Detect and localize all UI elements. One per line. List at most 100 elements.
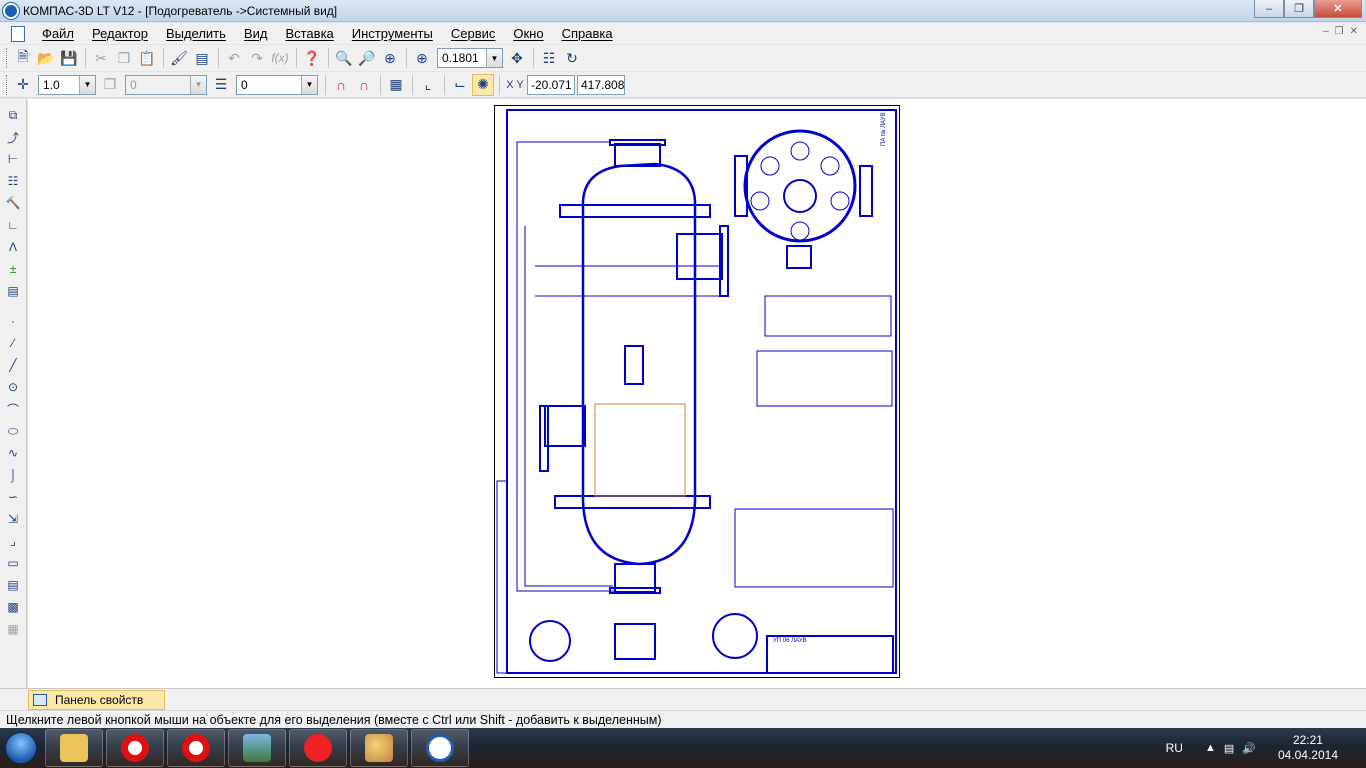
select-icon[interactable]: ⧉ (3, 105, 23, 125)
taskbar-yandex[interactable] (289, 729, 347, 767)
network-icon[interactable]: ▤ (1224, 742, 1234, 755)
menu-insert[interactable]: Вставка (276, 26, 342, 41)
minimize-button[interactable]: – (1254, 0, 1284, 18)
manager-icon[interactable]: ☷ (538, 47, 560, 69)
menu-view[interactable]: Вид (235, 26, 277, 41)
maximize-button[interactable]: ❐ (1284, 0, 1314, 18)
view-combo[interactable]: 0 ▼ (125, 74, 207, 95)
zoom-window-icon[interactable]: 🔍 (333, 47, 355, 69)
chevron-down-icon[interactable]: ▼ (301, 75, 317, 94)
menu-select[interactable]: Выделить (157, 26, 235, 41)
paste-icon[interactable]: 📋 (136, 47, 158, 69)
language-indicator[interactable]: RU (1166, 741, 1183, 755)
step-combo[interactable]: 1.0 ▼ (38, 74, 96, 95)
fillet-icon[interactable]: ⌟ (3, 531, 23, 551)
zoom-combo[interactable]: 0.1801 ▼ (437, 48, 503, 68)
new-document-icon[interactable]: 🗎 (12, 47, 34, 69)
arc-icon[interactable]: ⌒ (3, 399, 23, 419)
function-icon[interactable]: f(x) (269, 47, 291, 69)
rectangle-icon[interactable]: ▭ (3, 553, 23, 573)
symbols-icon[interactable]: ☷ (3, 171, 23, 191)
ortho-icon[interactable]: ⌙ (449, 74, 471, 96)
round-snap-icon[interactable]: ✺ (472, 73, 494, 96)
properties-panel-tab[interactable]: Панель свойств (28, 690, 165, 710)
format-painter-icon[interactable]: 🖌 (168, 47, 190, 69)
start-button[interactable] (0, 728, 42, 768)
magnet-local-icon[interactable]: ∩ (353, 74, 375, 96)
chevron-down-icon[interactable]: ▼ (190, 75, 206, 94)
taskbar-photo-viewer[interactable] (228, 729, 286, 767)
kompas-app-icon[interactable] (3, 2, 19, 19)
cut-icon[interactable]: ✂ (90, 47, 112, 69)
volume-icon[interactable]: 🔊 (1242, 742, 1256, 755)
parametrization-icon[interactable]: ∟ (3, 215, 23, 235)
spline-icon[interactable]: ∿ (3, 443, 23, 463)
mdi-restore-icon[interactable]: ❐ (1335, 26, 1344, 37)
select-special-icon[interactable]: ± (3, 259, 23, 279)
hatch-icon[interactable]: ▤ (3, 575, 23, 595)
view-icon[interactable]: ❐ (99, 74, 121, 96)
spec-icon[interactable]: ▤ (3, 281, 23, 301)
bezier-icon[interactable]: ∽ (3, 487, 23, 507)
ellipse-icon[interactable]: ⬭ (3, 421, 23, 441)
layer-combo[interactable]: 0 ▼ (236, 74, 318, 95)
open-file-icon[interactable]: 📂 (35, 47, 57, 69)
toolbar-grip[interactable] (6, 48, 9, 68)
undo-icon[interactable]: ↶ (223, 47, 245, 69)
taskbar-paint[interactable] (350, 729, 408, 767)
zoom-fit-icon[interactable]: ⊕ (379, 47, 401, 69)
dimensions-icon[interactable]: ⊢ (3, 149, 23, 169)
snap-icon[interactable]: ✛ (12, 74, 34, 96)
magnet-snap-icon[interactable]: ∩ (330, 74, 352, 96)
clock-time: 22:21 (1292, 733, 1323, 747)
segment-icon[interactable]: ╱ (3, 355, 23, 375)
panel-icon (33, 694, 47, 706)
document-icon[interactable] (11, 25, 25, 42)
close-button[interactable]: ✕ (1314, 0, 1362, 18)
edit-icon[interactable]: 🔨 (3, 193, 23, 213)
pan-icon[interactable]: ✥ (506, 47, 528, 69)
drawing-sheet[interactable]: УП 06 ЛАУВ ПА № ЛАУВ (494, 105, 900, 678)
geometry-icon[interactable]: ⤴ (3, 127, 23, 147)
equidistant-icon[interactable]: ▩ (3, 597, 23, 617)
drawing-canvas[interactable]: УП 06 ЛАУВ ПА № ЛАУВ (28, 99, 1366, 688)
grid-icon[interactable]: ▦ (385, 74, 407, 96)
menu-file[interactable]: Файл (33, 26, 83, 41)
toolbar-grip[interactable] (6, 74, 9, 95)
taskbar-opera-2[interactable] (167, 729, 225, 767)
coord-y-field[interactable]: 417.808 (577, 74, 625, 95)
taskbar-explorer[interactable] (45, 729, 103, 767)
layers-icon[interactable]: ☰ (210, 74, 232, 96)
copy-icon[interactable]: ❐ (113, 47, 135, 69)
layer-value: 0 (241, 77, 248, 92)
zoom-all-icon[interactable]: 🔎 (356, 47, 378, 69)
redo-icon[interactable]: ↷ (246, 47, 268, 69)
menu-editor[interactable]: Редактор (83, 26, 157, 41)
taskbar-opera-1[interactable] (106, 729, 164, 767)
mdi-close-icon[interactable]: ✕ (1350, 26, 1358, 37)
chamfer-icon[interactable]: ⇲ (3, 509, 23, 529)
auxiliary-line-icon[interactable]: ∕ (3, 333, 23, 353)
point-icon[interactable]: · (3, 311, 23, 331)
chevron-down-icon[interactable]: ▼ (79, 75, 95, 94)
menu-help[interactable]: Справка (553, 26, 622, 41)
menu-window[interactable]: Окно (504, 26, 552, 41)
save-icon[interactable]: 💾 (58, 47, 80, 69)
circle-icon[interactable]: ⊙ (3, 377, 23, 397)
mdi-minimize-icon[interactable]: – (1323, 26, 1329, 37)
zoom-in-icon[interactable]: ⊕ (411, 47, 433, 69)
measure-icon[interactable]: Λ (3, 237, 23, 257)
fragment-icon[interactable]: ▦ (3, 619, 23, 639)
clock[interactable]: 22:21 04.04.2014 (1278, 733, 1338, 763)
help-pointer-icon[interactable]: ❓ (301, 47, 323, 69)
menu-service[interactable]: Сервис (442, 26, 505, 41)
polyline-icon[interactable]: ⌡ (3, 465, 23, 485)
local-cs-icon[interactable]: ⌞ (417, 74, 439, 96)
taskbar-kompas[interactable] (411, 729, 469, 767)
show-hidden-icons-icon[interactable]: ▲ (1205, 742, 1216, 755)
coord-x-field[interactable]: -20.071 (527, 74, 575, 95)
menu-tools[interactable]: Инструменты (343, 26, 442, 41)
chevron-down-icon[interactable]: ▼ (486, 49, 502, 67)
properties-icon[interactable]: ▤ (191, 47, 213, 69)
refresh-view-icon[interactable]: ↻ (561, 47, 583, 69)
